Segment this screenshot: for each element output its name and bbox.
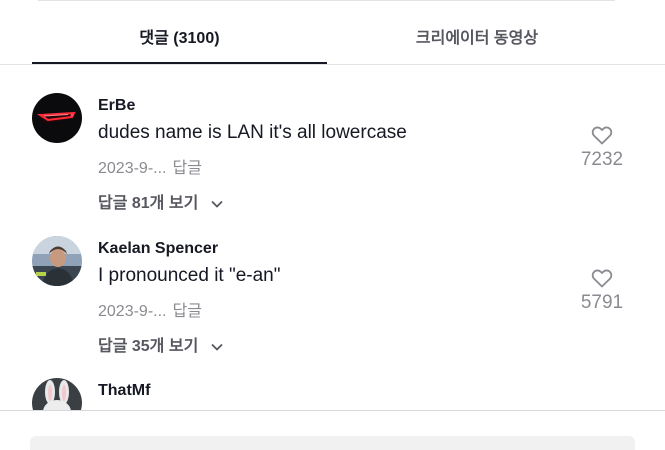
comment-username[interactable]: ThatMf (98, 382, 150, 400)
comment-text: I pronounced it "e-an" (98, 265, 281, 286)
heart-outline-icon[interactable] (590, 266, 614, 290)
comment-meta: 2023-9-... 답글 (98, 297, 202, 321)
top-divider (38, 0, 615, 1)
reply-button[interactable]: 답글 (172, 303, 201, 320)
user-avatar[interactable] (32, 378, 82, 410)
view-replies-button[interactable]: 답글 81개 보기 (98, 189, 223, 213)
person-photo-avatar-icon (32, 236, 82, 286)
like-count: 5791 (580, 292, 624, 313)
tab-creator-videos[interactable]: 크리에이터 동영상 (327, 22, 627, 62)
chevron-down-icon (211, 343, 223, 351)
comment-composer (0, 411, 665, 450)
comment-meta: 2023-9-... 답글 (98, 154, 202, 178)
view-replies-button[interactable]: 답글 35개 보기 (98, 332, 223, 356)
comment-text: dudes name is LAN it's all lowercase (98, 122, 407, 143)
comment-item: Kaelan Spencer I pronounced it "e-an" 20… (32, 236, 632, 366)
heart-outline-icon[interactable] (590, 123, 614, 147)
comment-username[interactable]: ErBe (98, 97, 135, 115)
car-taillight-avatar-icon (32, 93, 82, 143)
tabs-divider (0, 64, 665, 65)
comment-item: ThatMf (32, 378, 632, 410)
tab-comments[interactable]: 댓글 (3100) (32, 22, 327, 62)
reply-button[interactable]: 답글 (172, 160, 201, 177)
view-replies-label: 답글 81개 보기 (98, 195, 199, 212)
like-count: 7232 (580, 149, 624, 170)
view-replies-label: 답글 35개 보기 (98, 338, 199, 355)
comment-date: 2023-9-... (98, 160, 167, 177)
chevron-down-icon (211, 200, 223, 208)
user-avatar[interactable] (32, 93, 82, 143)
like-control: 5791 (572, 266, 632, 314)
bunny-avatar-icon (32, 378, 82, 410)
like-control: 7232 (572, 123, 632, 171)
comment-tabs: 댓글 (3100) 크리에이터 동영상 (32, 22, 662, 64)
user-avatar[interactable] (32, 236, 82, 286)
comment-username[interactable]: Kaelan Spencer (98, 240, 218, 258)
comment-item: ErBe dudes name is LAN it's all lowercas… (32, 93, 632, 223)
comment-date: 2023-9-... (98, 303, 167, 320)
